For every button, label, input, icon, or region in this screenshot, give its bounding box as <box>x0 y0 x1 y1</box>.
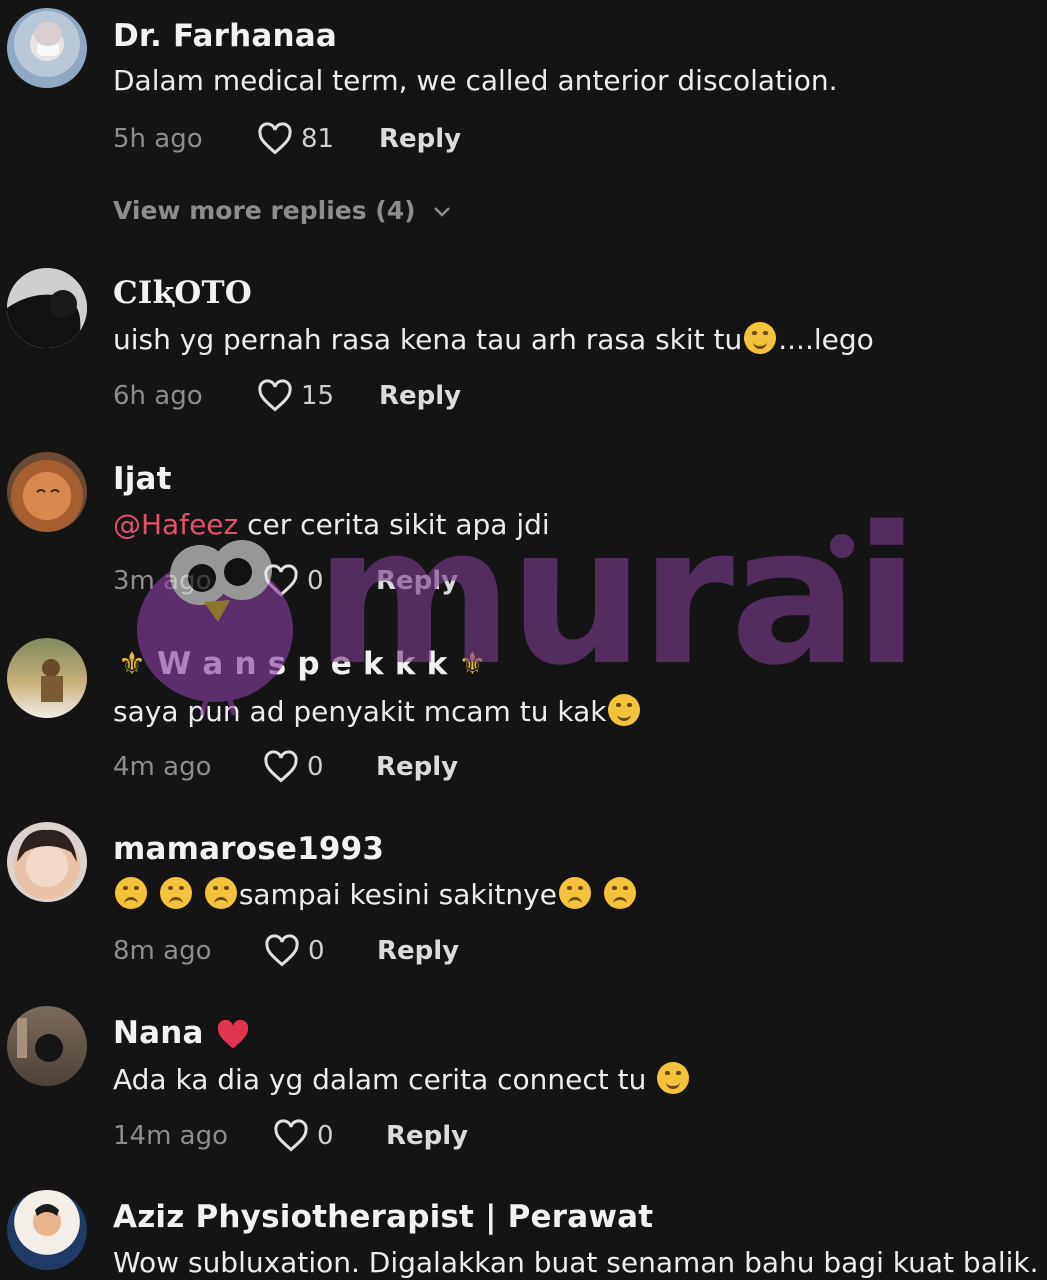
pensive-emoji-icon <box>115 877 147 909</box>
comment-text-body: sampai kesini sakitnye <box>238 878 557 911</box>
reply-button[interactable]: Reply <box>376 566 458 596</box>
comment-text-body: Ada ka dia yg dalam cerita connect tu <box>113 1063 647 1096</box>
frowning-emoji-icon <box>558 877 591 909</box>
avatar-image <box>41 659 63 702</box>
owl-logo-icon <box>137 534 854 716</box>
avatar[interactable] <box>7 638 87 718</box>
like-count: 0 <box>317 1121 334 1151</box>
pensive-emoji-icon <box>204 877 237 909</box>
comment-text: uish yg pernah rasa kena tau arh rasa sk… <box>113 322 874 356</box>
fleur-de-lis-icon: ⚜ <box>118 646 146 682</box>
like-count: 0 <box>308 936 325 966</box>
reply-button[interactable]: Reply <box>377 936 459 966</box>
comment-text: Wow subluxation. Digalakkan buat senaman… <box>113 1246 1039 1279</box>
chevron-down-icon <box>434 207 451 217</box>
username[interactable]: Nana <box>113 1015 252 1051</box>
timestamp: 6h ago <box>113 381 203 411</box>
avatar[interactable] <box>7 8 87 88</box>
avatar-image <box>17 1018 63 1062</box>
view-more-replies[interactable]: View more replies (4) <box>113 196 452 225</box>
comment-meta: 8m ago 0 Reply <box>113 932 713 972</box>
laughing-emoji-icon <box>657 1062 690 1094</box>
comment-text: Ada ka dia yg dalam cerita connect tu <box>113 1062 691 1096</box>
avatar-image <box>34 22 62 56</box>
username[interactable]: mamarose1993 <box>113 831 384 867</box>
frowning-emoji-icon <box>603 877 636 909</box>
timestamp: 5h ago <box>113 124 203 154</box>
avatar-image <box>36 489 60 493</box>
fleur-de-lis-icon: ⚜ <box>458 646 487 682</box>
comment-meta: 6h ago 15 Reply <box>113 377 713 417</box>
reply-button[interactable]: Reply <box>376 752 458 782</box>
laughing-emoji-icon <box>608 694 641 726</box>
heart-outline-icon <box>258 122 292 155</box>
like-count: 15 <box>301 381 335 411</box>
avatar-image <box>7 268 87 348</box>
avatar[interactable] <box>7 1006 87 1086</box>
red-heart-icon <box>217 1019 248 1048</box>
username[interactable]: Aziz Physiotherapist | Perawat <box>113 1199 653 1235</box>
avatar[interactable] <box>7 822 87 902</box>
heart-outline-icon <box>264 750 298 783</box>
like-count: 0 <box>307 566 324 596</box>
username[interactable]: Ijat <box>113 461 172 497</box>
watermark: murai <box>130 502 919 720</box>
like-count: 0 <box>307 752 324 782</box>
comment-text: sampai kesini sakitnye <box>113 877 638 911</box>
timestamp: 3m ago <box>113 566 212 596</box>
comment-text-body: saya pun ad penyakit mcam tu kak <box>113 695 607 728</box>
heart-outline-icon <box>264 564 298 597</box>
heart-outline-icon <box>274 1119 308 1152</box>
avatar[interactable] <box>7 268 87 348</box>
comment-text-body: uish yg pernah rasa kena tau arh rasa sk… <box>113 323 743 356</box>
comment-meta: 4m ago 0 Reply <box>113 748 713 788</box>
username[interactable]: Dr. Farhanaa <box>113 18 337 54</box>
reply-button[interactable]: Reply <box>379 381 461 411</box>
avatar-image <box>17 829 77 862</box>
pensive-emoji-icon <box>159 877 192 909</box>
avatar-image <box>35 1204 59 1216</box>
reply-button[interactable]: Reply <box>379 124 461 154</box>
username-text: Nana <box>113 1015 204 1051</box>
like-count: 81 <box>301 124 335 154</box>
laughing-emoji-icon <box>744 322 777 354</box>
comment-meta: 3m ago 0 Reply <box>113 562 713 602</box>
comment-text: saya pun ad penyakit mcam tu kak <box>113 694 642 728</box>
comment-meta: 5h ago 81 Reply <box>113 120 713 160</box>
reply-button[interactable]: Reply <box>386 1121 468 1151</box>
avatar[interactable] <box>7 452 87 532</box>
timestamp: 14m ago <box>113 1121 229 1151</box>
comment-text: Dalam medical term, we called anterior d… <box>113 64 838 97</box>
comment-text-suffix: ....lego <box>778 323 874 356</box>
avatar[interactable] <box>7 1190 87 1270</box>
mention-link[interactable]: @Hafeez <box>113 508 238 541</box>
heart-outline-icon <box>265 934 299 967</box>
username[interactable]: ⚜ W a n s p e k k k ⚜ <box>118 646 486 682</box>
username[interactable]: CIⱪOTO <box>113 275 252 311</box>
timestamp: 8m ago <box>113 936 212 966</box>
heart-outline-icon <box>258 379 292 412</box>
comment-meta: 14m ago 0 Reply <box>113 1117 713 1157</box>
timestamp: 4m ago <box>113 752 212 782</box>
view-more-label: View more replies (4) <box>113 196 416 225</box>
username-text: W a n s p e k k k <box>157 646 448 682</box>
comment-text: @Hafeez cer cerita sikit apa jdi <box>113 508 550 541</box>
comment-text-body: cer cerita sikit apa jdi <box>238 508 550 541</box>
